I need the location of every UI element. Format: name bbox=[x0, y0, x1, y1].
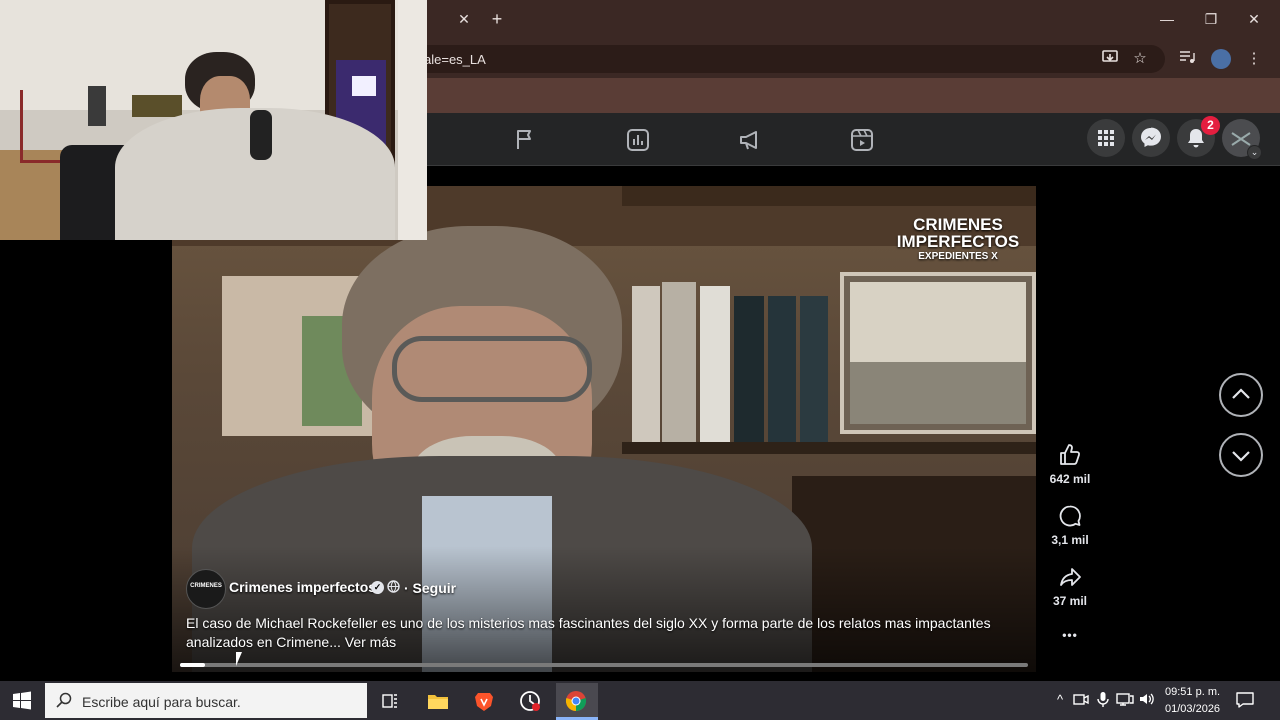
install-app-icon[interactable] bbox=[1099, 48, 1121, 70]
channel-name-link[interactable]: Crimenes imperfectos bbox=[229, 579, 376, 595]
shares-count: 37 mil bbox=[1052, 594, 1088, 608]
menu-grid-button[interactable] bbox=[1087, 119, 1125, 157]
messenger-button[interactable] bbox=[1132, 119, 1170, 157]
globe-icon bbox=[387, 580, 400, 593]
search-icon bbox=[56, 692, 72, 708]
chevron-down-icon bbox=[1232, 451, 1250, 462]
taskbar-clock-date[interactable]: 01/03/2026 bbox=[1165, 703, 1220, 715]
previous-reel-button[interactable] bbox=[1219, 373, 1263, 417]
taskbar-clock-time[interactable]: 09:51 p. m. bbox=[1165, 686, 1220, 698]
browser-menu-icon[interactable]: ⋮ bbox=[1243, 48, 1265, 70]
caption-text: El caso de Michael Rockefeller es uno de… bbox=[186, 615, 991, 650]
messenger-icon bbox=[1141, 127, 1161, 147]
share-arrow-icon bbox=[1060, 568, 1081, 586]
follow-link[interactable]: · Seguir bbox=[404, 580, 456, 596]
reel-video[interactable]: CRIMENES IMPERFECTOS EXPEDIENTES X bbox=[172, 186, 1036, 672]
screen-recorder-icon[interactable] bbox=[519, 690, 541, 712]
avatar-logo-text: CRIMENES bbox=[190, 583, 222, 589]
brave-browser-icon[interactable] bbox=[473, 690, 495, 712]
taskbar-search-placeholder[interactable]: Escribe aquí para buscar. bbox=[82, 694, 241, 710]
channel-avatar[interactable]: CRIMENES bbox=[186, 569, 226, 609]
windows-start-icon[interactable] bbox=[12, 691, 32, 711]
comment-action[interactable]: 3,1 mil bbox=[1045, 504, 1095, 547]
reels-icon[interactable] bbox=[849, 127, 875, 153]
speaker-icon[interactable] bbox=[1138, 690, 1158, 710]
tray-expand-icon[interactable]: ^ bbox=[1050, 690, 1070, 710]
thumbs-up-icon bbox=[1060, 444, 1081, 465]
webcam-overlay bbox=[0, 0, 427, 240]
media-control-icon[interactable] bbox=[1176, 48, 1198, 70]
action-center-icon[interactable] bbox=[1235, 690, 1255, 710]
insights-icon[interactable] bbox=[625, 127, 651, 153]
mouse-cursor bbox=[236, 652, 248, 666]
new-tab-button[interactable]: + bbox=[487, 8, 507, 30]
meet-now-icon[interactable] bbox=[1072, 690, 1092, 710]
minimize-button[interactable]: — bbox=[1152, 6, 1182, 32]
share-action[interactable]: 37 mil bbox=[1045, 565, 1095, 608]
comment-bubble-icon bbox=[1059, 505, 1081, 527]
video-seekbar[interactable] bbox=[180, 663, 1028, 667]
chevron-up-icon bbox=[1232, 388, 1250, 399]
address-bar[interactable] bbox=[400, 45, 1165, 73]
grid-icon bbox=[1098, 130, 1114, 146]
network-icon[interactable] bbox=[1116, 690, 1136, 710]
chevron-down-icon[interactable]: ⌄ bbox=[1247, 145, 1262, 160]
tab-close-button[interactable]: ✕ bbox=[454, 9, 474, 29]
microphone-icon[interactable] bbox=[1094, 690, 1114, 710]
megaphone-icon[interactable] bbox=[737, 127, 763, 153]
comments-count: 3,1 mil bbox=[1051, 533, 1089, 547]
more-options-button[interactable]: ••• bbox=[1045, 628, 1095, 642]
video-progress-fill bbox=[180, 663, 205, 667]
likes-count: 642 mil bbox=[1049, 472, 1091, 486]
watermark-line3: EXPEDIENTES X bbox=[918, 251, 998, 262]
see-more-link[interactable]: Ver más bbox=[345, 634, 396, 650]
next-reel-button[interactable] bbox=[1219, 433, 1263, 477]
task-view-icon[interactable] bbox=[381, 692, 399, 710]
profile-avatar[interactable] bbox=[1211, 49, 1231, 69]
chrome-icon bbox=[565, 690, 587, 712]
address-bar-url[interactable]: ale=es_LA bbox=[424, 52, 486, 67]
like-action[interactable]: 642 mil bbox=[1045, 443, 1095, 486]
reel-caption: El caso de Michael Rockefeller es uno de… bbox=[186, 614, 1006, 652]
channel-watermark: CRIMENES IMPERFECTOS EXPEDIENTES X bbox=[888, 216, 1028, 263]
watermark-line2: IMPERFECTOS bbox=[896, 232, 1020, 251]
file-explorer-icon[interactable] bbox=[427, 692, 449, 710]
notification-badge: 2 bbox=[1201, 116, 1220, 135]
watermark-line1: CRIMENES bbox=[913, 215, 1003, 234]
bookmark-star-icon[interactable]: ☆ bbox=[1129, 48, 1151, 70]
flag-icon[interactable] bbox=[512, 127, 538, 153]
verified-check-icon: ✓ bbox=[371, 581, 384, 594]
window-close-button[interactable]: ✕ bbox=[1239, 6, 1269, 32]
restore-button[interactable]: ❐ bbox=[1196, 6, 1226, 32]
